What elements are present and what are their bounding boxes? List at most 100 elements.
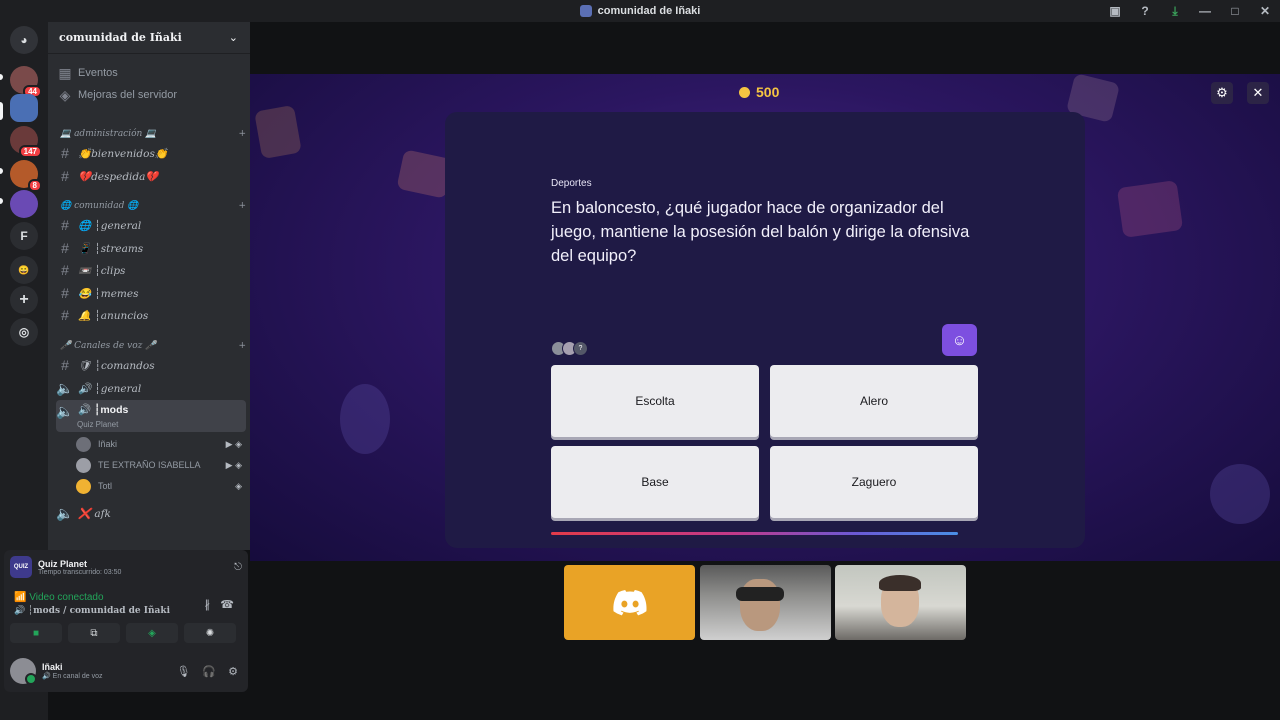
server-name: comunidad de Iñaki: [59, 31, 182, 44]
hash-icon: #: [61, 145, 69, 161]
window-title: comunidad de Iñaki: [597, 5, 701, 17]
coin-counter: 500: [739, 84, 779, 100]
activity-row[interactable]: QUIZ Quiz Planet Tiempo transcurrido: 03…: [10, 556, 242, 578]
coin-icon: [739, 86, 750, 98]
soundboard-button[interactable]: ✺: [184, 623, 236, 643]
voice-status-panel: QUIZ Quiz Planet Tiempo transcurrido: 03…: [4, 550, 248, 692]
boosts-link[interactable]: ◈ Mejoras del servidor: [56, 84, 246, 106]
channel-general[interactable]: # 🌐 ┆general: [56, 214, 246, 236]
headphones-icon[interactable]: 🎧: [202, 665, 216, 678]
noise-suppression-icon[interactable]: ∦: [205, 598, 211, 611]
minimize-icon[interactable]: —: [1190, 4, 1220, 18]
add-server-icon[interactable]: +: [10, 286, 38, 314]
server-header[interactable]: comunidad de Iñaki ⌄: [48, 22, 250, 54]
leave-activity-icon[interactable]: ⎋: [234, 562, 242, 573]
speaker-icon: 🔈: [56, 504, 74, 521]
download-icon[interactable]: ⤓: [1160, 4, 1190, 19]
channel-sidebar: comunidad de Iñaki ⌄ ▦ Eventos ◈ Mejoras…: [48, 22, 250, 550]
camera-button[interactable]: ■: [10, 623, 62, 643]
activity-tile[interactable]: [564, 565, 695, 640]
server-icon-active[interactable]: [10, 94, 38, 122]
category-voice[interactable]: 🎤 Canales de voz 🎤 +: [60, 338, 246, 354]
help-icon[interactable]: ?: [1130, 4, 1160, 18]
discord-home-icon[interactable]: ◕: [10, 26, 38, 54]
channel-despedida[interactable]: # 💔despedida💔: [56, 165, 246, 187]
settings-button[interactable]: ⚙: [1211, 82, 1233, 104]
boost-icon: ◈: [59, 86, 71, 103]
avatar: [76, 457, 91, 473]
add-channel-icon[interactable]: +: [238, 341, 246, 351]
answer-option[interactable]: Escolta: [551, 365, 759, 437]
game-icon: ◈: [235, 480, 242, 491]
calendar-icon: ▦: [58, 64, 72, 81]
gear-icon[interactable]: ⚙: [228, 665, 238, 678]
channel-activity-label: Quiz Planet: [77, 420, 119, 429]
channel-clips[interactable]: # 📼 ┆clips: [56, 259, 246, 281]
user-name[interactable]: Iñaki: [42, 662, 102, 672]
connection-label: Video conectado: [29, 592, 104, 603]
speaker-icon: 🔈: [56, 403, 74, 419]
server-letter-icon[interactable]: F: [10, 222, 38, 250]
category-admin[interactable]: 💻 administración 💻 +: [60, 126, 246, 142]
question-category: Deportes: [551, 178, 592, 189]
user-avatar[interactable]: [10, 658, 37, 685]
add-channel-icon[interactable]: +: [238, 129, 246, 139]
quiz-planet-logo: QUIZ: [10, 556, 32, 578]
soundboard-icon: ✺: [205, 627, 215, 639]
gear-icon: ⚙: [1216, 85, 1228, 100]
microphone-icon[interactable]: 🎙: [176, 665, 190, 678]
voice-user-name: TE EXTRAÑO ISABELLA: [98, 460, 201, 470]
user-panel: Iñaki 🔊 En canal de voz 🎙 🎧 ⚙: [10, 654, 242, 688]
chevron-down-icon: ⌄: [228, 31, 238, 44]
server-icon[interactable]: 8: [10, 160, 42, 192]
voice-user[interactable]: TE EXTRAÑO ISABELLA ▶ ◈: [76, 455, 242, 475]
answer-option[interactable]: Zaguero: [770, 446, 978, 518]
voice-channel-afk[interactable]: 🔈 ❌ afk: [56, 502, 246, 524]
channel-label: 🔊 ┆mods: [78, 404, 129, 416]
channel-bienvenidos[interactable]: # 👏bienvenidos👏: [56, 142, 246, 164]
close-window-icon[interactable]: ✕: [1250, 4, 1280, 18]
channel-comandos[interactable]: # 🛡 ┆comandos: [56, 354, 246, 376]
voice-user-name: Iñaki: [98, 439, 118, 449]
channel-memes[interactable]: # 😂 ┆memes: [56, 282, 246, 304]
voice-user[interactable]: Iñaki ▶ ◈: [76, 434, 242, 454]
unread-pill: [0, 74, 3, 80]
channel-label: 👏bienvenidos👏: [78, 147, 168, 160]
video-tile[interactable]: [835, 565, 966, 640]
video-game-icons: ▶ ◈: [225, 438, 242, 449]
gamepad-icon: ◈: [148, 627, 156, 639]
add-channel-icon[interactable]: +: [238, 201, 246, 211]
discover-icon[interactable]: ◎: [10, 318, 38, 346]
user-status: 🔊 En canal de voz: [42, 673, 103, 680]
video-tile[interactable]: [700, 565, 831, 640]
channel-label: 🔊 ┆general: [78, 382, 142, 395]
connection-status[interactable]: 📶 Video conectado: [14, 592, 104, 603]
activity-name: Quiz Planet: [38, 558, 88, 569]
answer-option[interactable]: Base: [551, 446, 759, 518]
events-link[interactable]: ▦ Eventos: [56, 62, 246, 84]
server-icon[interactable]: 147: [10, 126, 42, 158]
hash-icon: #: [61, 262, 69, 278]
screen-share-button[interactable]: ⧉: [68, 623, 120, 643]
disconnect-icon[interactable]: ☎: [220, 598, 234, 611]
activity-button[interactable]: ◈: [126, 623, 178, 643]
channel-anuncios[interactable]: # 🔔 ┆anuncios: [56, 304, 246, 326]
maximize-icon[interactable]: □: [1220, 4, 1250, 18]
discord-logo-icon: [612, 589, 647, 615]
server-icon[interactable]: 44: [10, 66, 42, 98]
voice-user[interactable]: Totl ◈: [76, 476, 242, 496]
connected-channel[interactable]: 🔊 ┆mods / comunidad de Iñaki: [14, 605, 170, 616]
channel-streams[interactable]: # 📱 ┆streams: [56, 237, 246, 259]
server-icon[interactable]: [10, 190, 38, 218]
question-text: En baloncesto, ¿qué jugador hace de orga…: [551, 199, 970, 265]
server-folder-icon[interactable]: 😀: [10, 256, 38, 284]
voice-channel-general[interactable]: 🔈 🔊 ┆general: [56, 377, 246, 399]
mention-badge: 8: [27, 179, 42, 192]
category-label: 🌐 comunidad 🌐: [60, 201, 139, 211]
inbox-icon[interactable]: ▣: [1100, 4, 1130, 18]
close-activity-button[interactable]: ✕: [1247, 82, 1269, 104]
category-comunidad[interactable]: 🌐 comunidad 🌐 +: [60, 198, 246, 214]
channel-label: 🌐 ┆general: [78, 219, 142, 232]
hint-button[interactable]: ☺: [942, 324, 977, 356]
answer-option[interactable]: Alero: [770, 365, 978, 437]
